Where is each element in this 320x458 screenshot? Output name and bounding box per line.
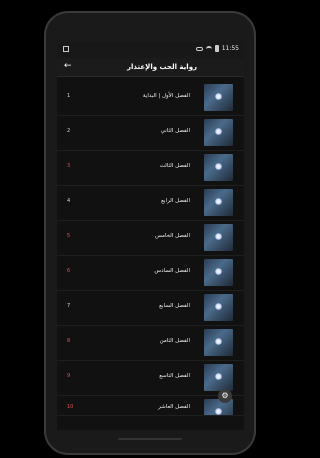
wifi-icon — [205, 45, 212, 52]
list-item[interactable]: 1 الفصل الأول | البداية — [57, 80, 244, 116]
chapter-title: الفصل التاسع — [159, 373, 190, 379]
list-item[interactable]: 5 الفصل الخامس — [57, 220, 244, 256]
battery-icon — [214, 45, 219, 52]
chapter-number: 8 — [67, 338, 71, 344]
chapter-thumbnail — [204, 189, 233, 216]
chapter-thumbnail — [204, 364, 233, 391]
chapter-thumbnail — [204, 84, 233, 111]
settings-fab[interactable]: ⚙ — [218, 389, 232, 403]
chapter-title: الفصل السادس — [154, 268, 190, 274]
chapter-number: 3 — [67, 163, 71, 169]
list-item[interactable]: 10 الفصل العاشر — [57, 395, 244, 416]
chapter-title: الفصل الخامس — [154, 233, 190, 239]
chapter-number: 4 — [67, 198, 71, 204]
chapter-title: الفصل الثالث — [159, 163, 190, 169]
chapter-title: الفصل الأول | البداية — [142, 93, 190, 99]
chapter-title: الفصل السابع — [159, 303, 190, 309]
list-item[interactable]: 8 الفصل الثامن — [57, 325, 244, 361]
chapter-title: الفصل الثامن — [159, 338, 190, 344]
chapter-number: 5 — [67, 233, 71, 239]
list-item[interactable]: 6 الفصل السادس — [57, 255, 244, 291]
chapter-thumbnail — [204, 259, 233, 286]
chapter-number: 6 — [67, 268, 71, 274]
page-title: رواية الحب والإعتذار — [127, 63, 198, 71]
gear-icon: ⚙ — [221, 391, 229, 400]
chapter-thumbnail — [204, 294, 233, 321]
chapter-number: 2 — [67, 128, 71, 134]
chapter-title: الفصل العاشر — [158, 404, 190, 410]
home-indicator — [118, 438, 182, 440]
back-arrow-icon[interactable]: ← — [64, 61, 72, 71]
list-item[interactable]: 2 الفصل الثاني — [57, 115, 244, 151]
chapter-thumbnail — [204, 329, 233, 356]
chapter-number: 10 — [67, 404, 74, 410]
notification-icon — [63, 46, 69, 52]
status-time: 11:55 — [221, 45, 239, 52]
list-item[interactable]: 4 الفصل الرابع — [57, 185, 244, 221]
chapter-number: 9 — [67, 373, 71, 379]
chapter-thumbnail — [204, 154, 233, 181]
chapter-title: الفصل الرابع — [161, 198, 190, 204]
chapter-title: الفصل الثاني — [160, 128, 190, 134]
chapter-number: 1 — [67, 93, 71, 99]
app-bar: ← رواية الحب والإعتذار — [57, 58, 244, 77]
key-icon — [195, 46, 203, 51]
list-item[interactable]: 3 الفصل الثالث — [57, 150, 244, 186]
status-bar: 11:55 — [57, 42, 244, 58]
chapter-thumbnail — [204, 224, 233, 251]
list-item[interactable]: 7 الفصل السابع — [57, 290, 244, 326]
chapter-number: 7 — [67, 303, 71, 309]
chapter-thumbnail — [204, 119, 233, 146]
list-item[interactable]: 9 الفصل التاسع — [57, 360, 244, 396]
